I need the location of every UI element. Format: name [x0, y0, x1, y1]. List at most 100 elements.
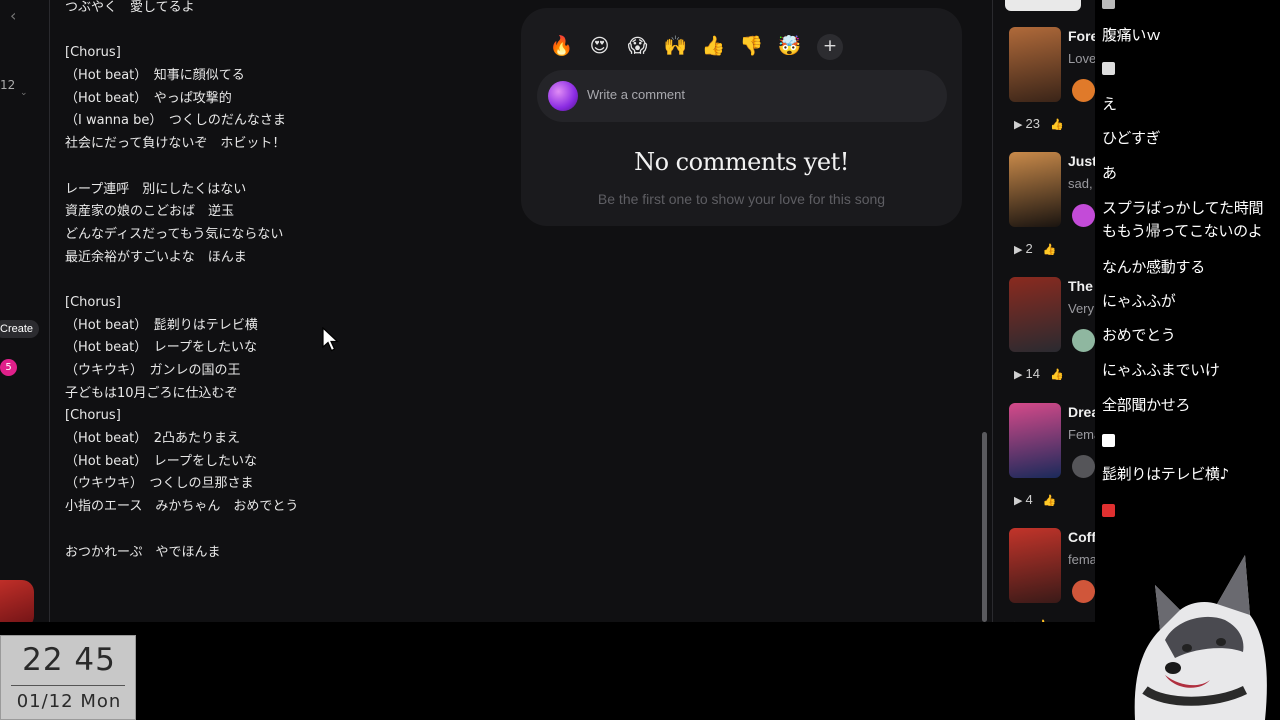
chat-message: ももう帰ってこないのよ: [1102, 222, 1263, 240]
creator-avatar[interactable]: [1072, 204, 1095, 227]
like-icon[interactable]: 👍: [1050, 369, 1064, 381]
creator-avatar[interactable]: [1072, 79, 1095, 102]
song-title[interactable]: Drea: [1068, 404, 1095, 420]
left-sidebar: ‹ 12 ⌄ Create 5: [0, 0, 50, 622]
mouse-cursor-icon: [322, 327, 340, 352]
screaming-face-icon[interactable]: 😱: [623, 32, 652, 61]
song-cover[interactable]: [1009, 277, 1061, 352]
chat-message: なんか感動する: [1102, 258, 1205, 276]
song-title[interactable]: Coff: [1068, 529, 1095, 545]
filter-pill[interactable]: [1005, 0, 1081, 11]
play-icon[interactable]: ▶: [1014, 369, 1022, 381]
chat-message: ひどすぎ: [1102, 129, 1161, 147]
chevron-left-icon[interactable]: ‹: [10, 6, 16, 25]
song-cover[interactable]: [1009, 152, 1061, 227]
thumbs-up-icon[interactable]: 👍: [699, 32, 728, 61]
lyric-line: [65, 156, 465, 179]
chat-message: 全部聞かせろ: [1102, 396, 1191, 414]
chevron-down-icon[interactable]: ⌄: [20, 88, 28, 98]
song-title[interactable]: Fore: [1068, 28, 1095, 44]
heart-eyes-icon[interactable]: 😍: [585, 32, 614, 61]
lyric-line: つぶやく 愛してるよ: [65, 0, 195, 15]
chat-stamp-icon: [1102, 0, 1115, 9]
sidebar-number: 12: [0, 78, 16, 92]
lyric-line: （Hot beat） やっぱ攻撃的: [65, 90, 232, 106]
song-tags: sad,: [1068, 176, 1093, 191]
creator-avatar[interactable]: [1072, 455, 1095, 478]
scrollbar-thumb[interactable]: [982, 432, 987, 622]
song-cover[interactable]: [1009, 27, 1061, 102]
song-tags: fema: [1068, 552, 1095, 567]
like-icon[interactable]: 👍: [1035, 620, 1049, 622]
chat-message: 腹痛いｗ: [1102, 26, 1161, 44]
play-icon[interactable]: ▶: [1014, 620, 1022, 622]
thumbs-down-icon[interactable]: 👎: [737, 32, 766, 61]
play-count: 4: [1025, 492, 1033, 507]
add-reaction-button[interactable]: +: [817, 33, 843, 60]
exploding-head-icon[interactable]: 🤯: [775, 32, 804, 61]
lyric-line: [Chorus]: [65, 408, 121, 424]
commenter-avatar: [548, 81, 578, 111]
chat-message: にゃふふまでいけ: [1102, 361, 1220, 379]
comment-input[interactable]: Write a comment: [537, 70, 947, 122]
play-icon[interactable]: ▶: [1014, 244, 1022, 256]
song-tags: Very: [1068, 301, 1095, 316]
empty-comments-subtitle: Be the first one to show your love for t…: [597, 191, 886, 207]
chat-message: おめでとう: [1102, 326, 1176, 344]
lyric-line: おつかれーぷ やでほんま: [65, 544, 221, 560]
notification-badge[interactable]: 5: [0, 359, 17, 376]
song-card[interactable]: The Very ▶ 14 👍: [1000, 277, 1095, 402]
song-tags: Fema: [1068, 427, 1095, 442]
comment-placeholder[interactable]: Write a comment: [587, 87, 685, 102]
creator-avatar[interactable]: [1072, 329, 1095, 352]
song-card[interactable]: Coff fema ▶ 👍: [1000, 528, 1095, 622]
lyric-line: [65, 269, 465, 292]
reaction-bar: 🔥 😍 😱 🙌 👍 👎 🤯 +: [547, 32, 843, 61]
user-avatar[interactable]: [0, 580, 34, 622]
chat-message: え: [1102, 95, 1117, 113]
lyric-line: （ウキウキ） ガンレの国の王: [65, 363, 241, 378]
lyric-line: （Hot beat） レープをしたいな: [65, 453, 257, 469]
recommended-songs-list: ForeLove▶23👍Justsad,▶2👍TheVery▶14👍DreaFe…: [1000, 0, 1095, 622]
song-card[interactable]: Drea Fema ▶4 👍: [1000, 403, 1095, 528]
clock-time: 22 45: [22, 642, 116, 678]
song-title[interactable]: Just: [1068, 153, 1095, 169]
lyric-line: レープ連呼 別にしたくはない: [65, 181, 247, 197]
song-stats: ▶ 23 👍: [1014, 116, 1064, 131]
chat-stamp-icon: [1102, 434, 1115, 447]
fire-icon[interactable]: 🔥: [547, 32, 576, 61]
lyric-line: [Chorus]: [65, 294, 121, 310]
clock-date: 01/12 Mon: [16, 691, 122, 712]
lyric-line: [65, 20, 465, 43]
lyric-line: [Chorus]: [65, 45, 121, 61]
create-button[interactable]: Create: [0, 320, 40, 338]
like-icon[interactable]: 👍: [1043, 495, 1057, 507]
song-card[interactable]: Fore Love ▶ 23 👍: [1000, 27, 1095, 152]
lyric-line: 資産家の娘のこどおば 逆玉: [65, 204, 235, 220]
lyric-line: 社会にだって負けないぞ ホビット！: [65, 136, 286, 152]
panel-divider: [992, 0, 993, 622]
like-icon[interactable]: 👍: [1043, 244, 1057, 256]
chat-stamp-icon: [1102, 504, 1115, 517]
play-icon[interactable]: ▶: [1014, 119, 1022, 131]
play-count: 2: [1025, 241, 1033, 256]
clock-widget: 22 45 01/12 Mon: [0, 635, 136, 720]
like-icon[interactable]: 👍: [1050, 119, 1064, 131]
creator-avatar[interactable]: [1072, 580, 1095, 603]
song-title[interactable]: The: [1068, 278, 1093, 294]
clock-divider: [11, 685, 125, 686]
lyric-line: （I wanna be） つくしのだんなさま: [65, 113, 286, 129]
lyric-line: （Hot beat） 知事に顔似てる: [65, 68, 245, 84]
husky-mascot: [1134, 555, 1267, 720]
lyric-line: （Hot beat） 髭剃りはテレビ横: [65, 317, 258, 333]
song-stats: ▶ 4 👍: [1014, 492, 1056, 507]
lyric-line: [65, 519, 465, 542]
song-cover[interactable]: [1009, 528, 1061, 603]
play-count: 14: [1025, 366, 1040, 381]
lyric-line: （Hot beat） 2凸あたりまえ: [65, 431, 241, 447]
chat-message: にゃふふが: [1102, 292, 1176, 310]
play-icon[interactable]: ▶: [1014, 495, 1022, 507]
raised-hands-icon[interactable]: 🙌: [661, 32, 690, 61]
song-cover[interactable]: [1009, 403, 1061, 478]
song-card[interactable]: Just sad, ▶ 2 👍: [1000, 152, 1095, 277]
